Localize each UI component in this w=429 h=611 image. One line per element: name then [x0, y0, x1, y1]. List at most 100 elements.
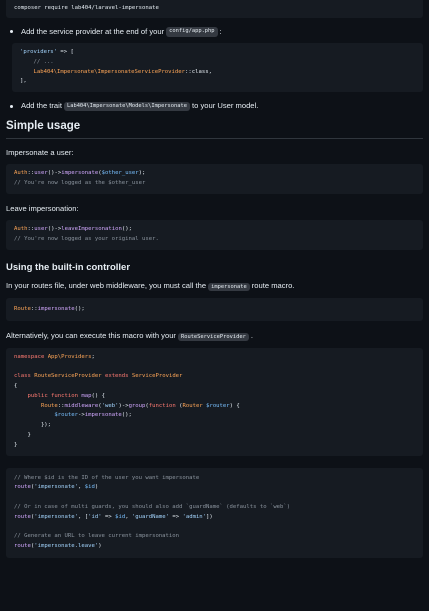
extends-keyword: extends	[104, 373, 129, 380]
install-step-1-text: Add the service provider at the end of y…	[21, 26, 165, 36]
bullet-dot	[10, 30, 13, 34]
config-path-code: config/app.php	[166, 27, 218, 37]
auth-class: Auth	[14, 225, 28, 232]
route-comment-2: // Or in case of multi guards, you shoul…	[14, 503, 291, 510]
paren: )	[94, 484, 99, 491]
provider-class-suffix: ::class,	[185, 68, 212, 75]
code-chain: ()->	[47, 225, 62, 232]
provider-class: Lab404\Impersonate\ImpersonateServicePro…	[20, 68, 186, 75]
code-op: ::	[30, 305, 38, 312]
paren: ) {	[229, 402, 240, 409]
impersonate-macro-code: impersonate	[208, 283, 250, 292]
route-fn: route	[14, 513, 31, 520]
route-class: Route	[40, 402, 58, 409]
guard-key-string: 'guardName'	[131, 513, 169, 520]
class-keyword: class	[14, 373, 31, 380]
trait-code: Lab404\Impersonate\Models\Impersonate	[63, 101, 191, 111]
router-class: Router	[182, 402, 203, 409]
route-fn: route	[14, 484, 31, 491]
brace-close: }	[14, 441, 18, 448]
paren: )	[98, 543, 102, 550]
router-var: $router	[206, 402, 230, 409]
code-end: ();	[121, 412, 132, 419]
web-string: 'web'	[101, 402, 119, 409]
providers-key: 'providers'	[20, 49, 58, 56]
impersonate-fn: impersonate	[37, 305, 75, 312]
code-chain: )->	[118, 402, 129, 409]
brace-open: {	[14, 383, 18, 390]
user-fn: user	[34, 225, 48, 232]
arrow: =>	[101, 513, 116, 520]
paren-close: );	[138, 170, 146, 177]
impersonate-fn: impersonate	[84, 412, 122, 419]
leave-comment: // You're now logged as your original us…	[14, 235, 159, 242]
providers-open: => [	[57, 49, 74, 56]
route-name-string: 'impersonate'	[34, 484, 78, 491]
router-var: $router	[54, 412, 78, 419]
composer-code-block: composer require lab404/laravel-imperson…	[6, 0, 423, 18]
namespace-name: App\Providers	[47, 353, 92, 360]
route-macro-code-block: Route::impersonate();	[6, 297, 423, 322]
class-name: RouteServiceProvider	[34, 373, 102, 380]
parent-class-name: ServiceProvider	[131, 373, 183, 380]
code-end: ();	[74, 305, 85, 312]
comma: ,	[125, 513, 132, 520]
leave-label: Leave impersonation:	[6, 203, 79, 213]
function-keyword: public function	[27, 392, 79, 399]
code-op: ::	[57, 402, 65, 409]
id-key-string: 'id'	[88, 513, 102, 520]
method-close: }	[14, 431, 31, 438]
bullet-dot	[10, 104, 13, 108]
namespace-keyword: namespace	[14, 353, 45, 360]
route-class: Route	[14, 305, 31, 312]
composer-command: composer require lab404/laravel-imperson…	[14, 5, 159, 11]
controller-paragraph-2: Alternatively, you can execute this macr…	[6, 331, 423, 342]
other-user-var: $other_user	[101, 170, 139, 177]
readme-page: composer require lab404/laravel-imperson…	[0, 0, 429, 611]
route-fn: route	[14, 543, 31, 550]
install-step-2-suffix: to your User model.	[192, 101, 259, 111]
impersonate-label: Impersonate a user:	[6, 147, 74, 157]
controller-heading: Using the built-in controller	[6, 261, 131, 273]
comma: ,	[78, 484, 85, 491]
closure-close: });	[14, 422, 52, 429]
arrow: =>	[168, 513, 183, 520]
route-service-provider-code: RouteServiceProvider	[177, 333, 249, 342]
paren: ])	[206, 513, 213, 520]
code-end: ();	[121, 225, 132, 232]
install-step-1-suffix: :	[219, 26, 222, 36]
providers-comment: // ...	[20, 58, 54, 65]
install-step-2-prefix: Add the trait	[21, 101, 62, 111]
controller-p1-suffix: route macro.	[251, 281, 295, 291]
group-fn: group	[128, 402, 146, 409]
routes-code-block: // Where $id is the ID of the user you w…	[6, 467, 423, 558]
leave-code-block: Auth::user()->leaveImpersonation(); // Y…	[6, 219, 423, 250]
code-op: ->	[78, 412, 85, 419]
route-comment-3: // Generate an URL to leave current impe…	[14, 533, 180, 540]
impersonate-comment: // You're now logged as the $other_user	[14, 179, 146, 186]
install-step-1: Add the service provider at the end of y…	[10, 27, 423, 37]
user-fn: user	[34, 170, 48, 177]
controller-p1-prefix: In your routes file, under web middlewar…	[6, 281, 207, 291]
leave-fn: leaveImpersonation	[61, 225, 122, 232]
leave-route-string: 'impersonate.leave'	[34, 543, 99, 550]
function-keyword: function	[148, 402, 176, 409]
route-comment-1: // Where $id is the ID of the user you w…	[14, 474, 200, 481]
code-end: () {	[91, 392, 105, 399]
code-chain: ()->	[47, 170, 62, 177]
controller-p2-prefix: Alternatively, you can execute this macr…	[6, 331, 176, 341]
controller-paragraph-1: In your routes file, under web middlewar…	[6, 281, 423, 292]
code-end: ;	[91, 353, 95, 360]
providers-close: ],	[20, 78, 27, 85]
id-var: $id	[115, 513, 126, 520]
controller-p2-suffix: .	[250, 331, 253, 341]
route-name-string: 'impersonate'	[34, 513, 78, 520]
id-var: $id	[84, 484, 95, 491]
comma: , [	[78, 513, 89, 520]
impersonate-code-block: Auth::user()->impersonate($other_user); …	[6, 164, 423, 194]
impersonate-fn: impersonate	[61, 170, 99, 177]
admin-string: 'admin'	[182, 513, 207, 520]
middleware-fn: middleware	[64, 402, 99, 409]
providers-code-block: 'providers' => [ // ... Lab404\Impersona…	[12, 43, 423, 93]
auth-class: Auth	[14, 170, 28, 177]
